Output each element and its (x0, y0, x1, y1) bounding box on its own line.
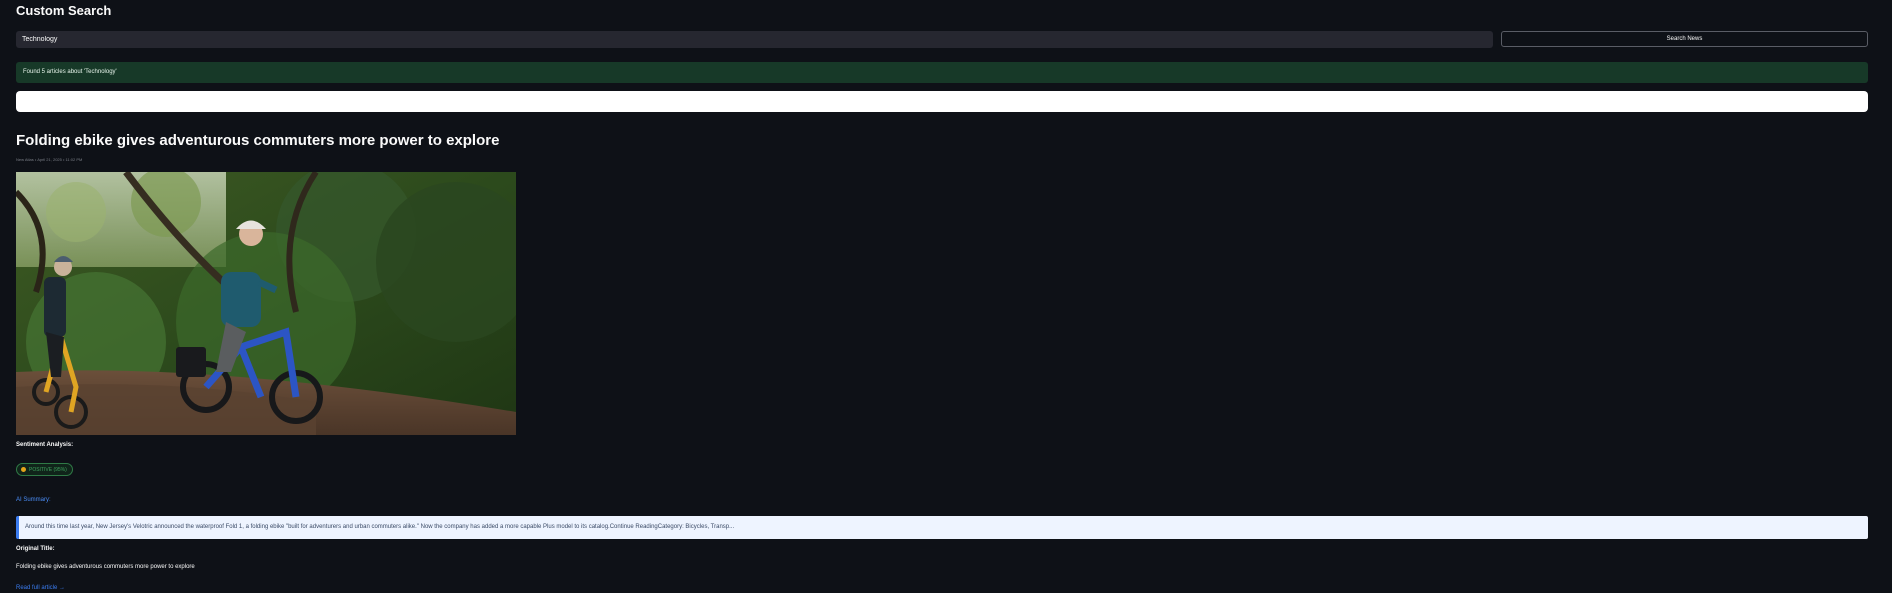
article-title: Folding ebike gives adventurous commuter… (16, 132, 500, 149)
article-meta: New Atlas • April 21, 2025 • 11:02 PM (16, 157, 83, 162)
original-title-label: Original Title: (16, 546, 55, 552)
success-alert: Found 5 articles about 'Technology' (16, 62, 1868, 83)
read-full-article-link[interactable]: Read full article → (16, 585, 65, 591)
original-title-text: Folding ebike gives adventurous commuter… (16, 564, 195, 570)
article-image (16, 172, 516, 435)
sentiment-badge: POSITIVE (95%) (16, 463, 73, 476)
ai-summary-label: AI Summary: (16, 497, 51, 503)
page-title: Custom Search (16, 3, 112, 18)
search-input[interactable] (16, 31, 1493, 48)
sentiment-value: POSITIVE (95%) (29, 466, 67, 473)
ai-summary-text: Around this time last year, New Jersey's… (16, 516, 1868, 539)
sentiment-analysis-label: Sentiment Analysis: (16, 442, 74, 448)
sentiment-dot-icon (21, 467, 26, 472)
app-page: Custom Search Search News Found 5 articl… (0, 0, 1892, 593)
ebike-photo (16, 172, 516, 435)
blank-panel (16, 91, 1868, 112)
search-news-button[interactable]: Search News (1501, 31, 1868, 47)
